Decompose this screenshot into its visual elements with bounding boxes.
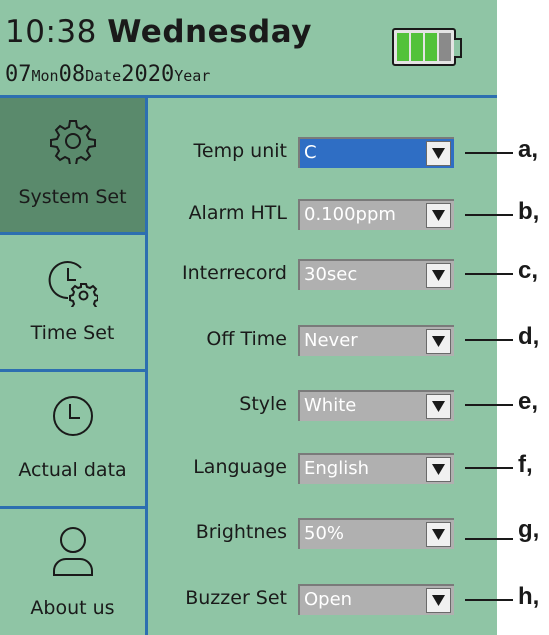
- weekday-text: Wednesday: [107, 14, 312, 50]
- select-value: Open: [304, 589, 353, 610]
- setting-interrecord: Interrecord 30sec: [148, 258, 497, 292]
- select-value: Never: [304, 330, 358, 351]
- battery-cell: [411, 33, 423, 61]
- callout-label-b: b,: [518, 198, 540, 225]
- user-icon: [51, 525, 95, 581]
- callout-label-f: f,: [518, 451, 533, 478]
- buzzer-set-select[interactable]: Open: [298, 584, 454, 615]
- select-value: 0.100ppm: [304, 204, 396, 225]
- callout-line: [465, 538, 513, 540]
- status-header: 10:38 Wednesday 07Mon08Date2020Year: [0, 0, 497, 95]
- setting-alarm-htl: Alarm HTL 0.100ppm: [148, 198, 497, 232]
- setting-style: Style White: [148, 389, 497, 423]
- setting-label: Temp unit: [193, 140, 288, 162]
- style-select[interactable]: White: [298, 390, 454, 421]
- clock-display: 10:38 Wednesday: [5, 14, 312, 50]
- dropdown-arrow-icon[interactable]: [426, 329, 451, 354]
- sidebar-item-label: System Set: [18, 186, 127, 208]
- select-value: C: [304, 142, 317, 163]
- callout-label-a: a,: [518, 136, 539, 163]
- year-label: Year: [174, 67, 211, 85]
- setting-label: Buzzer Set: [185, 587, 287, 609]
- dropdown-arrow-icon[interactable]: [426, 588, 451, 613]
- battery-cell: [397, 33, 409, 61]
- setting-brightness: Brightnes 50%: [148, 517, 497, 551]
- callout-line: [465, 273, 513, 275]
- select-value: White: [304, 395, 357, 416]
- select-value: 30sec: [304, 264, 358, 285]
- time-text: 10:38: [5, 14, 97, 50]
- setting-label: Language: [193, 456, 287, 478]
- setting-label: Interrecord: [182, 262, 287, 284]
- sidebar-item-label: Time Set: [30, 322, 115, 344]
- clock-gear-icon: [48, 257, 99, 313]
- setting-buzzer-set: Buzzer Set Open: [148, 583, 497, 617]
- clock-icon: [51, 394, 95, 442]
- date-display: 07Mon08Date2020Year: [5, 62, 210, 87]
- sidebar-item-system-set[interactable]: System Set: [0, 98, 145, 232]
- callout-label-h: h,: [518, 583, 540, 610]
- callout-label-e: e,: [518, 388, 539, 415]
- setting-label: Off Time: [206, 328, 287, 350]
- battery-cell: [425, 33, 437, 61]
- callout-line: [465, 339, 513, 341]
- day-value: 08: [58, 62, 86, 87]
- sidebar-item-actual-data[interactable]: Actual data: [0, 372, 145, 506]
- language-select[interactable]: English: [298, 453, 454, 484]
- dropdown-arrow-icon[interactable]: [426, 141, 451, 166]
- month-label: Mon: [31, 67, 59, 85]
- dropdown-arrow-icon[interactable]: [426, 263, 451, 288]
- select-value: English: [304, 458, 369, 479]
- callout-label-d: d,: [518, 323, 540, 350]
- day-label: Date: [85, 67, 122, 85]
- interrecord-select[interactable]: 30sec: [298, 259, 454, 290]
- sidebar-item-label: Actual data: [18, 459, 127, 481]
- setting-label: Alarm HTL: [188, 202, 287, 224]
- device-screen: 10:38 Wednesday 07Mon08Date2020Year Syst…: [0, 0, 497, 635]
- month-value: 07: [5, 62, 32, 87]
- brightness-select[interactable]: 50%: [298, 518, 454, 549]
- setting-temp-unit: Temp unit C: [148, 136, 497, 170]
- sidebar: System Set Time Set Actual data About us: [0, 98, 145, 635]
- battery-body: [392, 28, 456, 66]
- gear-icon: [49, 118, 96, 168]
- sidebar-item-about-us[interactable]: About us: [0, 509, 145, 635]
- callout-label-g: g,: [518, 516, 540, 543]
- year-value: 2020: [121, 62, 175, 87]
- battery-tip: [454, 38, 462, 58]
- select-value: 50%: [304, 523, 345, 544]
- setting-label: Style: [239, 393, 287, 415]
- callout-line: [465, 404, 513, 406]
- setting-off-time: Off Time Never: [148, 324, 497, 358]
- dropdown-arrow-icon[interactable]: [426, 457, 451, 482]
- callout-line: [465, 467, 513, 469]
- battery-cell: [439, 33, 451, 61]
- sidebar-item-time-set[interactable]: Time Set: [0, 235, 145, 369]
- dropdown-arrow-icon[interactable]: [426, 522, 451, 547]
- callout-line: [465, 214, 513, 216]
- temp-unit-select[interactable]: C: [298, 137, 454, 168]
- callout-label-c: c,: [518, 257, 539, 284]
- callout-line: [465, 599, 513, 601]
- setting-language: Language English: [148, 452, 497, 486]
- battery-icon: [392, 28, 462, 66]
- sidebar-divider: [145, 98, 148, 635]
- dropdown-arrow-icon[interactable]: [426, 394, 451, 419]
- dropdown-arrow-icon[interactable]: [426, 203, 451, 228]
- sidebar-item-label: About us: [30, 597, 115, 619]
- callout-line: [465, 152, 513, 154]
- alarm-htl-select[interactable]: 0.100ppm: [298, 199, 454, 230]
- off-time-select[interactable]: Never: [298, 325, 454, 356]
- setting-label: Brightnes: [195, 521, 287, 543]
